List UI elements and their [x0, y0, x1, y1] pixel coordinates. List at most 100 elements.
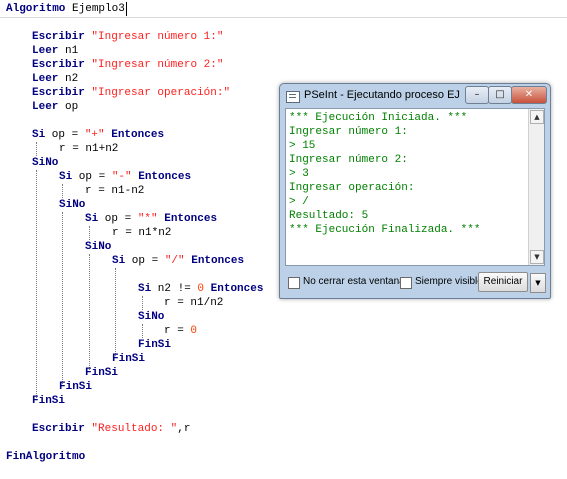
code-line: FinSi	[138, 338, 171, 352]
keyword: Si	[138, 283, 152, 295]
scroll-up-arrow[interactable]: ▲	[530, 110, 544, 124]
keyword: Entonces	[138, 171, 192, 183]
console-line: Ingresar número 1:	[289, 126, 408, 138]
string-literal: "-"	[111, 171, 132, 183]
indent-guide	[142, 324, 143, 338]
code-line: FinAlgoritmo	[6, 450, 85, 464]
string-literal: "+"	[84, 129, 105, 141]
number-literal: 0	[190, 325, 198, 337]
console-line: *** Ejecución Iniciada. ***	[289, 112, 468, 124]
code-text: n2 !=	[151, 283, 198, 295]
code-line: Escribir "Ingresar operación:"	[32, 86, 230, 100]
keyword: Si	[85, 213, 99, 225]
siempre-visible-label[interactable]: Siempre visible	[415, 275, 483, 289]
code-text: n1	[58, 45, 79, 57]
code-line: Algoritmo Ejemplo3	[6, 2, 125, 16]
dropdown-arrow[interactable]: ▼	[530, 273, 546, 293]
console-line: > /	[289, 196, 309, 208]
keyword: Escribir	[32, 59, 85, 71]
string-literal: "Ingresar operación:"	[91, 87, 231, 99]
code-line: SiNo	[32, 156, 58, 170]
keyword: Algoritmo	[6, 3, 66, 15]
scroll-down-arrow[interactable]: ▼	[530, 250, 544, 264]
keyword: Leer	[32, 73, 59, 85]
code-text: n2	[58, 73, 79, 85]
code-line: r = n1/n2	[164, 297, 224, 309]
pseint-execution-window[interactable]: PSeInt - Ejecutando proceso EJEM... – □ …	[279, 83, 551, 299]
indent-guide	[62, 212, 63, 384]
keyword: Entonces	[164, 213, 218, 225]
code-text: op	[58, 101, 79, 113]
keyword: Leer	[32, 101, 59, 113]
keyword: SiNo	[59, 199, 86, 211]
keyword: FinSi	[138, 339, 172, 351]
no-cerrar-checkbox[interactable]	[288, 277, 300, 289]
keyword: Si	[59, 171, 73, 183]
keyword: Leer	[32, 45, 59, 57]
code-line: Leer n2	[32, 72, 78, 86]
indent-guide	[36, 170, 37, 398]
string-literal: "/"	[164, 255, 185, 267]
string-literal: "Resultado: "	[91, 423, 178, 435]
number-literal: 0	[197, 283, 205, 295]
code-line: Escribir "Ingresar número 2:"	[32, 58, 223, 72]
minimize-icon[interactable]: –	[465, 86, 489, 104]
indent-guide	[89, 226, 90, 240]
keyword: Escribir	[32, 31, 85, 43]
code-line: Si n2 != 0 Entonces	[138, 282, 263, 296]
console-line: > 15	[289, 140, 316, 152]
keyword: Escribir	[32, 423, 85, 435]
indent-guide	[115, 268, 116, 356]
indent-guide	[36, 142, 37, 156]
keyword: Entonces	[111, 129, 165, 141]
maximize-icon[interactable]: □	[488, 86, 512, 104]
keyword: SiNo	[32, 157, 59, 169]
app-icon	[286, 91, 300, 103]
keyword: Si	[32, 129, 46, 141]
keyword: FinSi	[59, 381, 93, 393]
code-line: Si op = "*" Entonces	[85, 212, 217, 226]
keyword: FinSi	[112, 353, 146, 365]
string-literal: "Ingresar número 2:"	[91, 59, 224, 71]
code-line: r = n1*n2	[112, 227, 172, 239]
keyword: Escribir	[32, 87, 85, 99]
keyword: Entonces	[191, 255, 245, 267]
console-line: Resultado: 5	[289, 210, 369, 222]
editor-top-divider	[0, 17, 567, 18]
code-line: SiNo	[59, 198, 85, 212]
code-line: Escribir "Ingresar número 1:"	[32, 30, 223, 44]
code-text: op =	[72, 171, 112, 183]
code-line: Escribir "Resultado: ",r	[32, 422, 190, 436]
window-title: PSeInt - Ejecutando proceso EJEM...	[304, 89, 460, 101]
console-output[interactable]: *** Ejecución Iniciada. *** Ingresar núm…	[285, 108, 545, 266]
keyword: FinAlgoritmo	[6, 451, 86, 463]
code-line: Leer op	[32, 100, 78, 114]
code-line: FinSi	[112, 352, 145, 366]
console-line: > 3	[289, 168, 309, 180]
reiniciar-button[interactable]: Reiniciar	[478, 272, 528, 292]
window-options-bar: No cerrar esta ventana Siempre visible R…	[285, 272, 546, 294]
code-line: Si op = "+" Entonces	[32, 128, 164, 142]
siempre-visible-checkbox[interactable]	[400, 277, 412, 289]
code-text: op =	[125, 255, 165, 267]
console-line: Ingresar número 2:	[289, 154, 408, 166]
code-line: FinSi	[32, 394, 65, 408]
code-text: r =	[164, 325, 191, 337]
code-line: r = n1-n2	[85, 185, 145, 197]
code-line: SiNo	[138, 310, 164, 324]
console-line: Ingresar operación:	[289, 182, 415, 194]
console-line: *** Ejecución Finalizada. ***	[289, 224, 481, 236]
code-text: op =	[45, 129, 85, 141]
keyword: Si	[112, 255, 126, 267]
text-cursor	[126, 2, 127, 16]
string-literal: "Ingresar número 1:"	[91, 31, 224, 43]
title-bar[interactable]: PSeInt - Ejecutando proceso EJEM... – □ …	[280, 84, 550, 108]
code-text: op =	[98, 213, 138, 225]
code-line: r = 0	[164, 324, 197, 338]
code-line: Si op = "-" Entonces	[59, 170, 191, 184]
vertical-scrollbar[interactable]: ▲ ▼	[528, 109, 544, 265]
indent-guide	[89, 254, 90, 370]
no-cerrar-label[interactable]: No cerrar esta ventana	[303, 275, 405, 289]
string-literal: "*"	[137, 213, 158, 225]
close-icon[interactable]: ✕	[511, 86, 547, 104]
